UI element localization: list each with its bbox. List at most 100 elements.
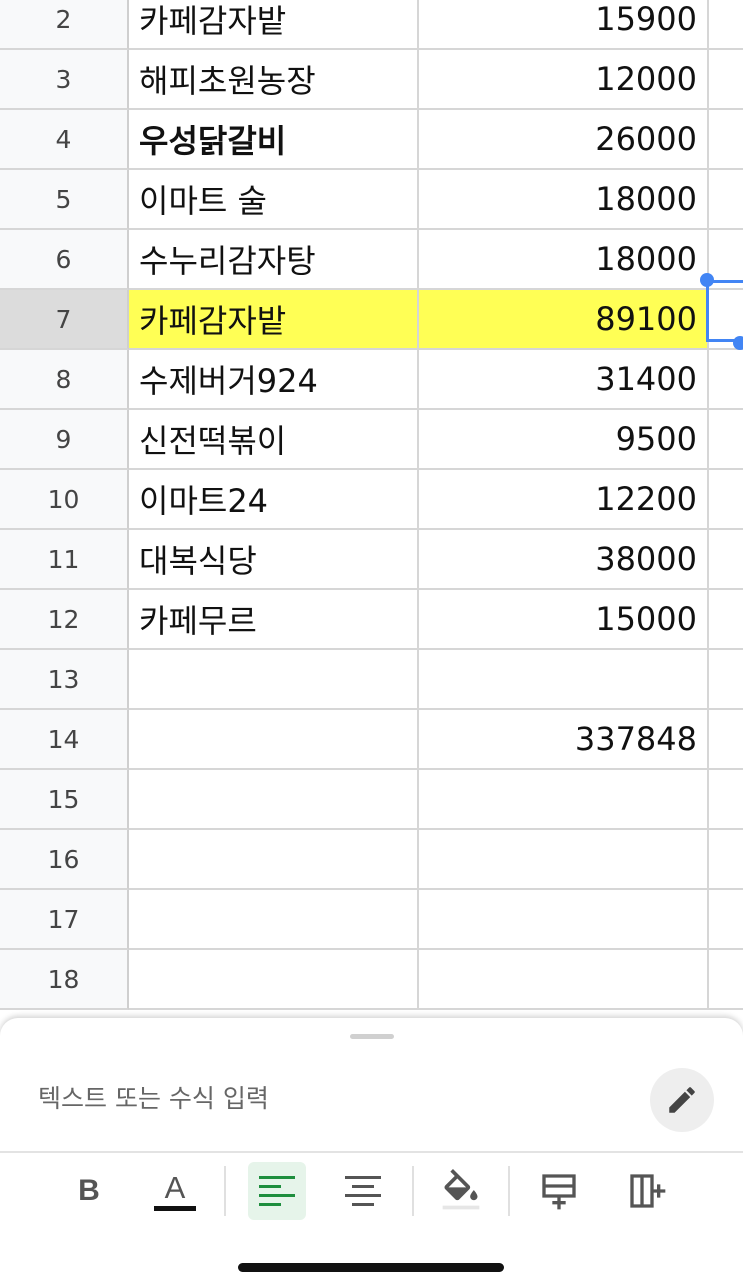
cell-name[interactable] bbox=[129, 710, 419, 770]
row-header[interactable]: 6 bbox=[0, 230, 129, 290]
cell-c[interactable] bbox=[709, 770, 743, 830]
text-color-swatch bbox=[154, 1205, 196, 1211]
cell-name[interactable]: 대복식당 bbox=[129, 530, 419, 590]
cell-c[interactable] bbox=[709, 950, 743, 1010]
cell-amount[interactable]: 18000 bbox=[419, 230, 709, 290]
cell-amount[interactable]: 12200 bbox=[419, 470, 709, 530]
row-header[interactable]: 13 bbox=[0, 650, 129, 710]
cell-name[interactable]: 수제버거924 bbox=[129, 350, 419, 410]
row-header[interactable]: 14 bbox=[0, 710, 129, 770]
sheet-row: 5 이마트 술 18000 bbox=[0, 170, 743, 230]
cell-c[interactable] bbox=[709, 50, 743, 110]
pencil-icon bbox=[669, 1087, 695, 1113]
cell-amount[interactable] bbox=[419, 890, 709, 950]
cell-name[interactable]: 해피초원농장 bbox=[129, 50, 419, 110]
align-center-button[interactable] bbox=[334, 1162, 392, 1220]
row-header[interactable]: 18 bbox=[0, 950, 129, 1010]
row-header[interactable]: 5 bbox=[0, 170, 129, 230]
cell-amount[interactable] bbox=[419, 830, 709, 890]
cell-name[interactable]: 수누리감자탕 bbox=[129, 230, 419, 290]
sheet-row: 4 우성닭갈비 26000 bbox=[0, 110, 743, 170]
cell-c[interactable] bbox=[709, 830, 743, 890]
cell-amount[interactable] bbox=[419, 650, 709, 710]
cell-name[interactable]: 우성닭갈비 bbox=[129, 110, 419, 170]
edit-button[interactable] bbox=[650, 1068, 714, 1132]
cell-c[interactable] bbox=[709, 890, 743, 950]
sheet-row: 15 bbox=[0, 770, 743, 830]
cell-c[interactable] bbox=[709, 530, 743, 590]
sheet-row: 17 bbox=[0, 890, 743, 950]
text-color-button[interactable]: A bbox=[146, 1162, 204, 1220]
row-header[interactable]: 11 bbox=[0, 530, 129, 590]
text-color-letter: A bbox=[164, 1169, 186, 1205]
row-header[interactable]: 3 bbox=[0, 50, 129, 110]
sheet-row: 11 대복식당 38000 bbox=[0, 530, 743, 590]
formula-input[interactable] bbox=[38, 1078, 598, 1118]
cell-amount[interactable]: 15000 bbox=[419, 590, 709, 650]
cell-name[interactable]: 카페무르 bbox=[129, 590, 419, 650]
fill-color-button[interactable] bbox=[432, 1162, 490, 1220]
cell-c[interactable] bbox=[709, 710, 743, 770]
insert-column-button[interactable] bbox=[618, 1162, 676, 1220]
toolbar-separator bbox=[224, 1166, 226, 1216]
panel-divider bbox=[0, 1151, 743, 1153]
row-header[interactable]: 2 bbox=[0, 0, 129, 50]
cell-amount[interactable]: 15900 bbox=[419, 0, 709, 50]
cell-total[interactable]: 337848 bbox=[419, 710, 709, 770]
row-header[interactable]: 17 bbox=[0, 890, 129, 950]
cell-amount[interactable]: 18000 bbox=[419, 170, 709, 230]
cell-amount[interactable]: 12000 bbox=[419, 50, 709, 110]
cell-name[interactable] bbox=[129, 950, 419, 1010]
cell-name[interactable] bbox=[129, 770, 419, 830]
cell-name[interactable] bbox=[129, 830, 419, 890]
cell-name[interactable]: 신전떡볶이 bbox=[129, 410, 419, 470]
cell-amount[interactable] bbox=[419, 950, 709, 1010]
sheet-row: 13 bbox=[0, 650, 743, 710]
sheet-row: 18 bbox=[0, 950, 743, 1010]
fill-color-icon bbox=[442, 1169, 480, 1210]
insert-column-icon bbox=[630, 1174, 666, 1208]
cell-amount[interactable]: 9500 bbox=[419, 410, 709, 470]
selection-handle-top[interactable] bbox=[700, 273, 714, 287]
selection-handle-bottom[interactable] bbox=[733, 336, 743, 350]
cell-c[interactable] bbox=[709, 110, 743, 170]
cell-name[interactable]: 이마트 술 bbox=[129, 170, 419, 230]
cell-c[interactable] bbox=[709, 350, 743, 410]
row-header[interactable]: 12 bbox=[0, 590, 129, 650]
cell-name[interactable]: 카페감자밭 bbox=[129, 0, 419, 50]
sheet-row: 3 해피초원농장 12000 bbox=[0, 50, 743, 110]
cell-c[interactable] bbox=[709, 590, 743, 650]
bold-icon: B bbox=[78, 1174, 100, 1207]
toolbar-separator bbox=[412, 1166, 414, 1216]
cell-c[interactable] bbox=[709, 650, 743, 710]
panel-drag-handle[interactable] bbox=[350, 1034, 394, 1039]
cell-c[interactable] bbox=[709, 170, 743, 230]
cell-name[interactable]: 카페감자밭 bbox=[129, 290, 419, 350]
row-header[interactable]: 4 bbox=[0, 110, 129, 170]
insert-row-button[interactable] bbox=[530, 1162, 588, 1220]
row-header[interactable]: 8 bbox=[0, 350, 129, 410]
cell-name[interactable] bbox=[129, 650, 419, 710]
cell-name[interactable] bbox=[129, 890, 419, 950]
row-header[interactable]: 9 bbox=[0, 410, 129, 470]
cell-amount[interactable]: 89100 bbox=[419, 290, 709, 350]
sheet-row: 12 카페무르 15000 bbox=[0, 590, 743, 650]
row-header[interactable]: 15 bbox=[0, 770, 129, 830]
align-left-button[interactable] bbox=[248, 1162, 306, 1220]
row-header[interactable]: 16 bbox=[0, 830, 129, 890]
cell-c[interactable] bbox=[709, 470, 743, 530]
cell-c[interactable] bbox=[709, 410, 743, 470]
cell-c[interactable] bbox=[709, 0, 743, 50]
sheet-row: 6 수누리감자탕 18000 bbox=[0, 230, 743, 290]
cell-amount[interactable]: 38000 bbox=[419, 530, 709, 590]
cell-amount[interactable]: 31400 bbox=[419, 350, 709, 410]
cell-name[interactable]: 이마트24 bbox=[129, 470, 419, 530]
home-indicator bbox=[238, 1263, 504, 1272]
row-header[interactable]: 7 bbox=[0, 290, 129, 350]
row-header[interactable]: 10 bbox=[0, 470, 129, 530]
cell-amount[interactable]: 26000 bbox=[419, 110, 709, 170]
text-color-icon: A bbox=[154, 1169, 196, 1211]
cell-amount[interactable] bbox=[419, 770, 709, 830]
toolbar-separator bbox=[508, 1166, 510, 1216]
bold-button[interactable]: B bbox=[60, 1162, 118, 1220]
